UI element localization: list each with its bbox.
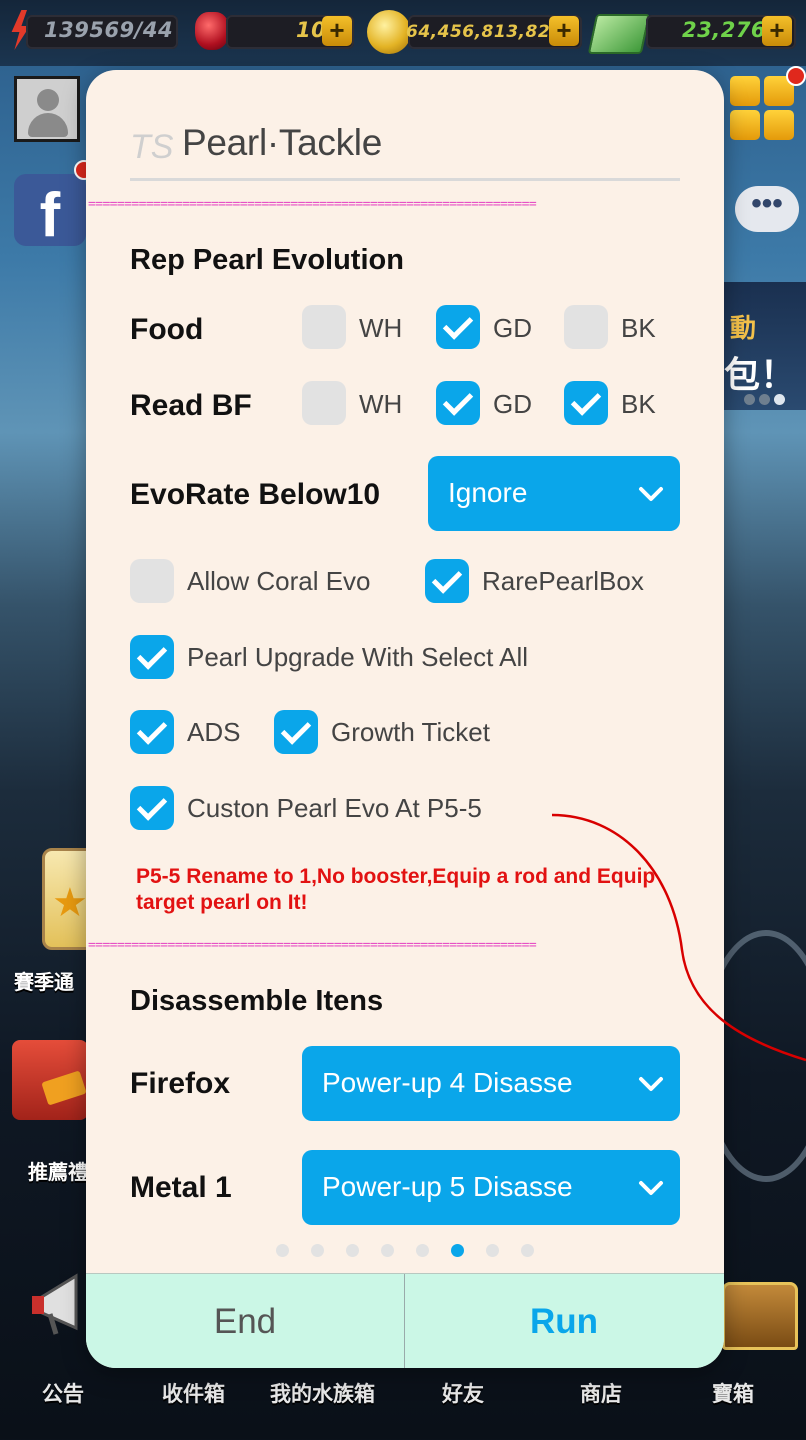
star-icon: ★: [52, 881, 88, 925]
growth-ticket-label: Growth Ticket: [331, 717, 490, 747]
firefox-value: Power-up 4 Disasse: [322, 1067, 573, 1098]
firefox-label: Firefox: [130, 1067, 231, 1100]
nav-friends[interactable]: 好友: [442, 1378, 484, 1408]
page-dot[interactable]: [346, 1244, 359, 1257]
page-dot[interactable]: [451, 1244, 464, 1257]
pearl-tackle-dialog: TS Pearl·Tackle ========================…: [86, 70, 724, 1368]
nav-treasure[interactable]: 寶箱: [712, 1378, 754, 1408]
warning-note: P5-5 Rename to 1,No booster,Equip a rod …: [136, 865, 656, 914]
run-button[interactable]: Run: [405, 1274, 723, 1368]
chat-icon[interactable]: •••: [735, 186, 799, 232]
metal-label: Metal 1: [130, 1171, 232, 1204]
add-gems-button[interactable]: +: [322, 16, 352, 46]
menu-grid-icon[interactable]: [730, 76, 794, 140]
food-label: Food: [130, 313, 204, 346]
megaphone-icon[interactable]: [30, 1268, 94, 1340]
chevron-down-icon: [639, 487, 663, 501]
food-wh-label: WH: [359, 313, 403, 343]
read-bf-label: Read BF: [130, 389, 252, 422]
nav-announcement[interactable]: 公告: [42, 1378, 84, 1408]
separator: ========================================…: [88, 198, 537, 212]
evorate-value: Ignore: [448, 477, 528, 508]
page-dot[interactable]: [311, 1244, 324, 1257]
promo-pagination: [744, 392, 789, 410]
food-gd-checkbox[interactable]: [436, 305, 480, 349]
promo-text: 動: [730, 313, 757, 343]
ts-logo-icon: TS: [130, 128, 174, 164]
cash-icon: [587, 14, 651, 54]
allow-coral-evo-checkbox[interactable]: [130, 559, 174, 603]
allow-coral-evo-label: Allow Coral Evo: [187, 566, 371, 596]
read-bf-gd-checkbox[interactable]: [436, 381, 480, 425]
rare-pearl-box-label: RarePearlBox: [482, 566, 644, 596]
add-coins-button[interactable]: +: [549, 16, 579, 46]
read-bf-gd-label: GD: [493, 389, 532, 419]
coins-icon: [367, 10, 411, 54]
title-divider: [130, 178, 680, 181]
read-bf-wh-label: WH: [359, 389, 403, 419]
evorate-label: EvoRate Below10: [130, 478, 381, 511]
growth-ticket-checkbox[interactable]: [274, 710, 318, 754]
firefox-select[interactable]: Power-up 4 Disasse: [302, 1046, 680, 1121]
chevron-down-icon: [639, 1077, 663, 1091]
coins-value: 64,456,813,828: [406, 22, 563, 42]
svg-text:TS: TS: [130, 128, 174, 164]
cash-value: 23,276: [682, 18, 767, 42]
season-pass-label: 賽季通: [14, 972, 74, 994]
page-dot[interactable]: [486, 1244, 499, 1257]
section-title: Disassemble Itens: [130, 985, 384, 1017]
pearl-upgrade-checkbox[interactable]: [130, 635, 174, 679]
gem-icon: [195, 12, 229, 50]
end-button[interactable]: End: [86, 1274, 404, 1368]
food-wh-checkbox[interactable]: [302, 305, 346, 349]
dialog-title: Pearl·Tackle: [182, 122, 382, 163]
custom-pearl-evo-checkbox[interactable]: [130, 786, 174, 830]
treasure-chest-icon[interactable]: [722, 1282, 798, 1350]
food-bk-checkbox[interactable]: [564, 305, 608, 349]
recommend-label: 推薦禮: [28, 1162, 88, 1184]
page-dot[interactable]: [521, 1244, 534, 1257]
food-bk-label: BK: [621, 313, 656, 343]
avatar[interactable]: [14, 76, 80, 142]
read-bf-wh-checkbox[interactable]: [302, 381, 346, 425]
section-title: Rep Pearl Evolution: [130, 244, 404, 276]
read-bf-bk-label: BK: [621, 389, 656, 419]
page-dot[interactable]: [381, 1244, 394, 1257]
read-bf-bk-checkbox[interactable]: [564, 381, 608, 425]
nav-inbox[interactable]: 收件箱: [162, 1378, 225, 1408]
ads-label: ADS: [187, 717, 241, 747]
dialog-footer: End Run: [86, 1273, 724, 1368]
pearl-upgrade-label: Pearl Upgrade With Select All: [187, 642, 529, 672]
ads-checkbox[interactable]: [130, 710, 174, 754]
bottom-nav: 公告 收件箱 我的水族箱 好友 商店 寶箱: [0, 1372, 806, 1412]
page-dot[interactable]: [416, 1244, 429, 1257]
page-indicator[interactable]: [276, 1244, 556, 1262]
separator: ========================================…: [88, 939, 537, 953]
food-gd-label: GD: [493, 313, 532, 343]
notification-dot: [786, 66, 806, 86]
facebook-icon[interactable]: f: [14, 174, 86, 250]
energy-value: 139569/44: [44, 18, 174, 42]
add-cash-button[interactable]: +: [762, 16, 792, 46]
metal-select[interactable]: Power-up 5 Disasse: [302, 1150, 680, 1225]
evorate-select[interactable]: Ignore: [428, 456, 680, 531]
page-dot[interactable]: [276, 1244, 289, 1257]
nav-shop[interactable]: 商店: [580, 1378, 622, 1408]
rare-pearl-box-checkbox[interactable]: [425, 559, 469, 603]
nav-my-aquarium[interactable]: 我的水族箱: [270, 1378, 375, 1408]
metal-value: Power-up 5 Disasse: [322, 1171, 573, 1202]
chevron-down-icon: [639, 1181, 663, 1195]
custom-pearl-evo-label: Custon Pearl Evo At P5-5: [187, 793, 482, 823]
promo-text: 包！: [724, 354, 797, 395]
